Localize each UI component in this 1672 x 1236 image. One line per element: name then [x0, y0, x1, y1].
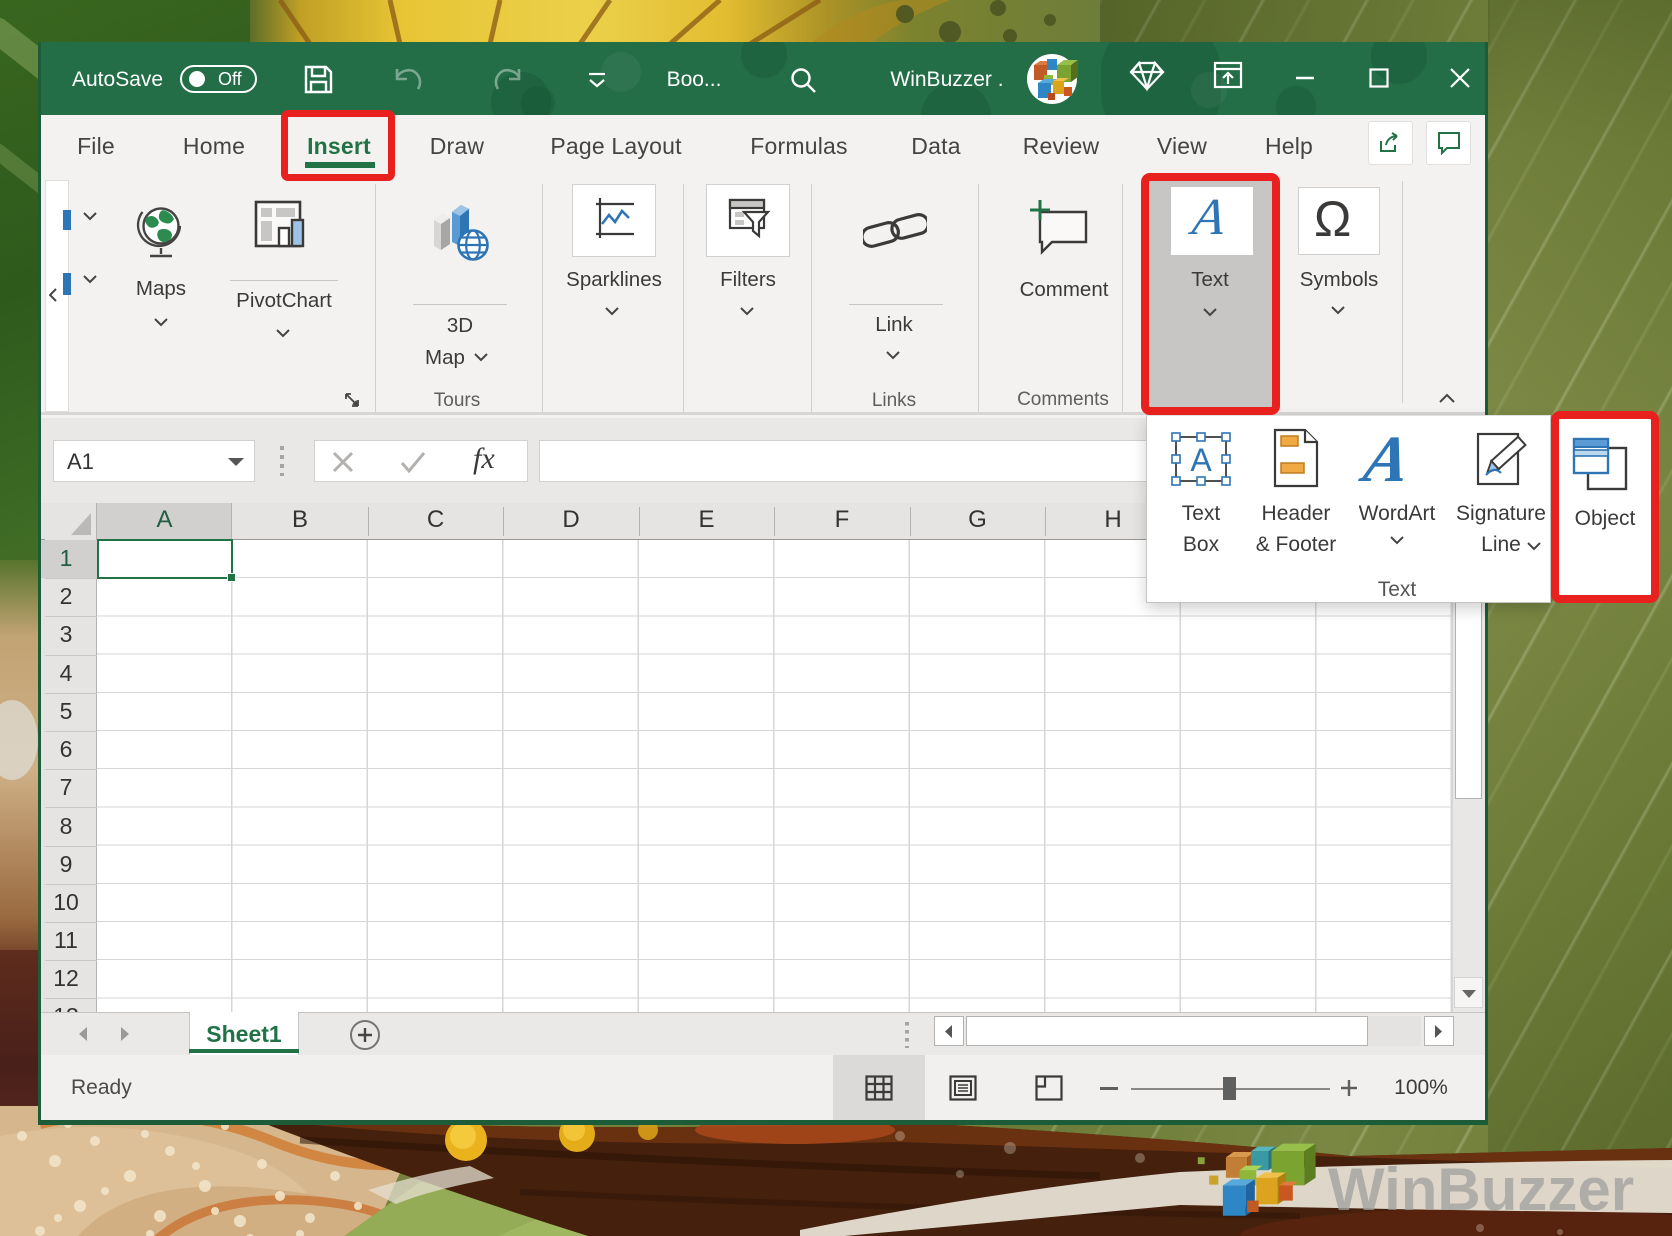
svg-text:WinBuzzer: WinBuzzer [1328, 1156, 1634, 1223]
svg-text:A: A [1190, 442, 1212, 478]
